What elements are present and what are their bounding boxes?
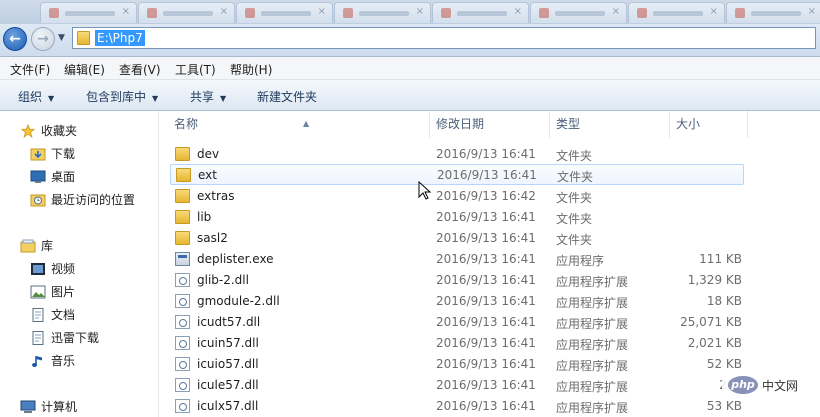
chevron-down-icon: ▼ <box>220 94 227 103</box>
organize-button[interactable]: 组织 ▼ <box>18 88 54 105</box>
background-tab[interactable]: × <box>40 2 137 23</box>
file-row[interactable]: ext 2016/9/13 16:41 文件夹 <box>170 164 744 185</box>
background-tab[interactable]: × <box>432 2 529 23</box>
file-row[interactable]: icudt57.dll 2016/9/13 16:41 应用程序扩展 25,07… <box>170 312 744 333</box>
chevron-down-icon: ▼ <box>152 94 159 103</box>
close-icon[interactable]: × <box>514 6 522 17</box>
background-tab[interactable]: × <box>726 2 820 23</box>
menu-help[interactable]: 帮助(H) <box>230 61 272 78</box>
tab-favicon-icon <box>147 8 157 18</box>
back-button[interactable]: ← <box>3 27 27 51</box>
download-folder-icon <box>30 148 46 161</box>
file-row[interactable]: sasl2 2016/9/13 16:41 文件夹 <box>170 228 744 249</box>
php-logo: php <box>728 376 758 394</box>
tab-strip: × × × × × × × × <box>0 0 820 24</box>
file-row[interactable]: dev 2016/9/13 16:41 文件夹 <box>170 144 744 165</box>
dll-icon <box>175 315 190 329</box>
document-icon <box>32 308 44 322</box>
menu-file[interactable]: 文件(F) <box>10 61 50 78</box>
file-list: 名称 ▲ 修改日期 类型 大小 dev 2016/9/13 16:41 文件夹 e… <box>160 111 820 417</box>
forward-button[interactable]: → <box>31 27 55 51</box>
close-icon[interactable]: × <box>612 6 620 17</box>
dll-icon <box>175 357 190 371</box>
file-row[interactable]: icule57.dll 2016/9/13 16:41 应用程序扩展 268 <box>170 375 744 396</box>
watermark: php 中文网 <box>722 373 816 397</box>
arrow-right-icon: → <box>37 31 49 47</box>
tab-favicon-icon <box>637 8 647 18</box>
tab-favicon-icon <box>539 8 549 18</box>
dll-icon <box>175 273 190 287</box>
dll-icon <box>175 336 190 350</box>
column-header-name[interactable]: 名称 ▲ <box>168 111 430 138</box>
background-tab[interactable]: × <box>530 2 627 23</box>
picture-icon <box>30 285 46 299</box>
tab-favicon-icon <box>441 8 451 18</box>
dll-icon <box>175 399 190 413</box>
close-icon[interactable]: × <box>808 6 816 17</box>
share-button[interactable]: 共享 ▼ <box>190 88 226 105</box>
include-library-button[interactable]: 包含到库中 ▼ <box>86 88 158 105</box>
tab-favicon-icon <box>49 8 59 18</box>
menu-tools[interactable]: 工具(T) <box>175 61 216 78</box>
close-icon[interactable]: × <box>220 6 228 17</box>
close-icon[interactable]: × <box>318 6 326 17</box>
folder-icon <box>175 147 190 161</box>
address-input[interactable]: E:\Php7 <box>72 27 816 49</box>
folder-icon <box>175 189 190 203</box>
folder-icon <box>77 31 90 45</box>
file-row[interactable]: icuio57.dll 2016/9/13 16:41 应用程序扩展 52 KB <box>170 354 744 375</box>
music-note-icon <box>32 356 42 367</box>
column-header-modified[interactable]: 修改日期 <box>430 111 550 138</box>
folder-icon <box>176 168 191 182</box>
menu-edit[interactable]: 编辑(E) <box>64 61 105 78</box>
file-row[interactable]: icuin57.dll 2016/9/13 16:41 应用程序扩展 2,021… <box>170 333 744 354</box>
address-path[interactable]: E:\Php7 <box>95 30 145 46</box>
column-header-type[interactable]: 类型 <box>550 111 670 138</box>
command-toolbar: 组织 ▼ 包含到库中 ▼ 共享 ▼ 新建文件夹 <box>0 80 820 111</box>
file-row[interactable]: gmodule-2.dll 2016/9/13 16:41 应用程序扩展 18 … <box>170 291 744 312</box>
file-row[interactable]: glib-2.dll 2016/9/13 16:41 应用程序扩展 1,329 … <box>170 270 744 291</box>
tab-favicon-icon <box>343 8 353 18</box>
file-row[interactable]: extras 2016/9/13 16:42 文件夹 <box>170 186 744 207</box>
dll-icon <box>175 378 190 392</box>
file-row[interactable]: iculx57.dll 2016/9/13 16:41 应用程序扩展 53 KB <box>170 396 744 417</box>
star-icon <box>20 124 36 138</box>
close-icon[interactable]: × <box>710 6 718 17</box>
tab-favicon-icon <box>735 8 745 18</box>
background-tab[interactable]: × <box>334 2 431 23</box>
menu-view[interactable]: 查看(V) <box>119 61 161 78</box>
library-icon <box>20 239 36 253</box>
file-row[interactable]: lib 2016/9/13 16:41 文件夹 <box>170 207 744 228</box>
sort-up-icon: ▲ <box>303 119 310 128</box>
dll-icon <box>175 294 190 308</box>
background-tab[interactable]: × <box>138 2 235 23</box>
address-bar-row: ← → ▼ E:\Php7 <box>0 24 820 57</box>
column-header-size[interactable]: 大小 <box>670 111 748 138</box>
tab-favicon-icon <box>245 8 255 18</box>
background-tab[interactable]: × <box>236 2 333 23</box>
navigation-pane: 收藏夹 下载 桌面 最近访问的位置 库 视频 图片 文档 迅雷下载 音乐 计算机 <box>0 111 159 417</box>
chevron-down-icon: ▼ <box>48 94 55 103</box>
document-icon <box>32 331 44 345</box>
recent-places-icon <box>30 194 46 207</box>
mouse-cursor-icon <box>418 181 432 200</box>
computer-icon <box>20 400 36 413</box>
close-icon[interactable]: × <box>416 6 424 17</box>
arrow-left-icon: ← <box>9 31 21 47</box>
exe-icon <box>175 252 190 266</box>
close-icon[interactable]: × <box>122 6 130 17</box>
menu-bar: 文件(F) 编辑(E) 查看(V) 工具(T) 帮助(H) <box>0 57 820 80</box>
folder-icon <box>175 210 190 224</box>
file-row[interactable]: deplister.exe 2016/9/13 16:41 应用程序 111 K… <box>170 249 744 270</box>
chevron-down-icon: ▼ <box>58 33 65 43</box>
background-tab[interactable]: × <box>628 2 725 23</box>
new-folder-button[interactable]: 新建文件夹 <box>257 88 317 105</box>
recent-pages-dropdown[interactable]: ▼ <box>58 33 65 43</box>
desktop-icon <box>30 170 46 183</box>
folder-icon <box>175 231 190 245</box>
video-icon <box>31 263 45 275</box>
